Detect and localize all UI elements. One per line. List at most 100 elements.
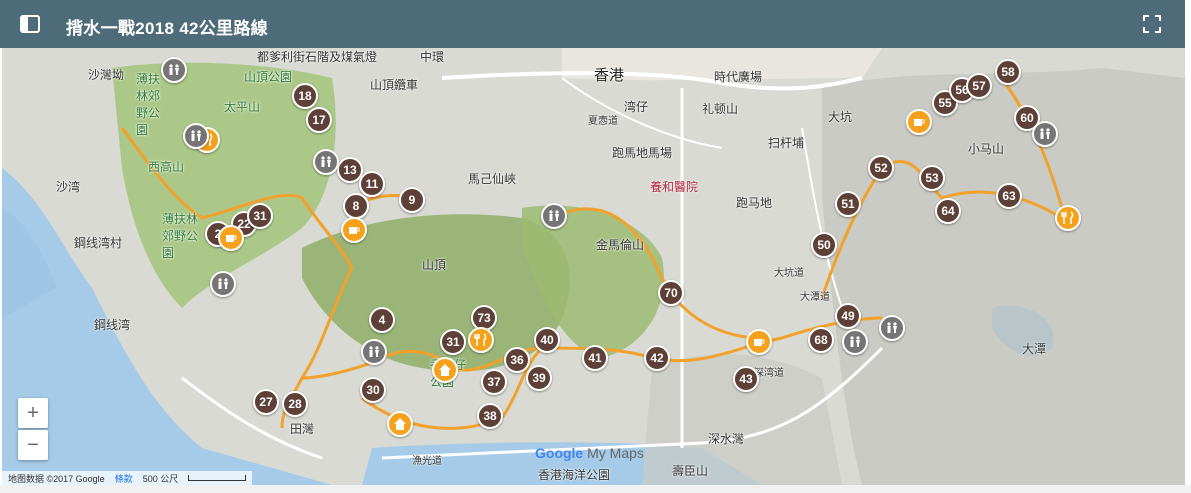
place-label: 西高山 (148, 160, 185, 174)
route-marker[interactable]: 38 (477, 403, 503, 429)
fullscreen-icon[interactable] (1143, 15, 1161, 33)
place-label: 山頂 (422, 258, 447, 272)
route-marker[interactable]: 50 (811, 232, 837, 258)
zoom-in-button[interactable]: + (18, 398, 48, 428)
route-marker[interactable]: 30 (360, 377, 386, 403)
place-label: 夏悫道 (588, 116, 618, 127)
toilet-marker[interactable] (1032, 121, 1058, 147)
place-label: 大坑道 (774, 268, 804, 279)
place-label: 山頂公園 (244, 70, 293, 84)
route-marker[interactable]: 39 (526, 365, 552, 391)
map-canvas[interactable]: 都爹利街石階及煤氣燈 中環 香港 時代廣場 山頂纜車 沙灣坳 薄扶林郊野公園 山… (2, 48, 1185, 485)
toilet-marker[interactable] (313, 149, 339, 175)
toilet-icon (191, 130, 201, 141)
coffee-icon (349, 227, 360, 234)
route-marker[interactable]: 63 (996, 183, 1022, 209)
route-marker[interactable]: 68 (808, 327, 834, 353)
place-label: 養和醫院 (650, 180, 699, 194)
utensils-icon (1061, 211, 1074, 224)
place-label: 薄扶林郊野公園 (136, 72, 161, 137)
route-marker[interactable]: 41 (582, 345, 608, 371)
cafe-marker[interactable] (341, 217, 367, 243)
route-marker[interactable]: 49 (835, 303, 861, 329)
toilet-marker[interactable] (183, 123, 209, 149)
place-label: 沙湾 (56, 180, 81, 194)
toilet-marker[interactable] (161, 57, 187, 83)
route-marker[interactable]: 4 (369, 307, 395, 333)
route-marker[interactable]: 40 (534, 327, 560, 353)
place-label: 跑馬地馬場 (612, 146, 673, 160)
route-marker[interactable]: 64 (935, 198, 961, 224)
toilet-marker[interactable] (210, 271, 236, 297)
place-label: 深水灣 (708, 432, 745, 446)
map-data-credit: 地图数据 ©2017 Google (8, 473, 105, 484)
route-marker[interactable]: 37 (481, 369, 507, 395)
toilet-icon (321, 156, 331, 167)
route-marker[interactable]: 31 (440, 329, 466, 355)
route-marker[interactable]: 28 (282, 391, 308, 417)
route-marker[interactable]: 70 (658, 280, 684, 306)
scale-bar (188, 475, 247, 481)
restaurant-marker[interactable] (468, 327, 494, 353)
terms-link[interactable]: 條款 (115, 472, 133, 485)
cafe-marker[interactable] (906, 109, 932, 135)
toilet-icon (850, 336, 860, 347)
mymaps-logo-text: My Maps (587, 445, 644, 461)
route-marker[interactable]: 51 (835, 191, 861, 217)
place-label: 馬己仙峽 (468, 172, 517, 186)
place-label: 太平山 (224, 100, 261, 114)
toilet-marker[interactable] (842, 329, 868, 355)
utensils-icon (474, 333, 487, 346)
place-label: 鋼线湾 (94, 318, 131, 332)
route-marker[interactable]: 17 (306, 107, 332, 133)
toilet-marker[interactable] (541, 203, 567, 229)
toilet-marker[interactable] (361, 339, 387, 365)
toilet-icon (549, 210, 559, 221)
route-marker[interactable]: 18 (292, 83, 318, 109)
map-header: 揹水一戰2018 42公里路線 (0, 0, 1185, 48)
place-label: 跑马地 (736, 196, 773, 210)
home-marker[interactable] (432, 357, 458, 383)
toilet-marker[interactable] (879, 315, 905, 341)
route-marker[interactable]: 43 (733, 366, 759, 392)
coffee-icon (914, 119, 925, 126)
restaurant-marker[interactable] (1055, 205, 1081, 231)
route-marker[interactable]: 31 (247, 203, 273, 229)
route-marker[interactable]: 27 (253, 389, 279, 415)
route-marker[interactable]: 42 (644, 345, 670, 371)
bottom-strip (0, 485, 1191, 493)
cafe-marker[interactable] (746, 329, 772, 355)
home-icon (439, 364, 451, 376)
place-label: 山頂纜車 (370, 78, 419, 92)
route-marker[interactable]: 11 (359, 171, 385, 197)
place-label: 都爹利街石階及煤氣燈 (257, 50, 378, 64)
home-icon (394, 418, 406, 430)
place-label: 香港海洋公園 (538, 468, 611, 482)
zoom-out-button[interactable]: − (18, 430, 48, 460)
map-footer: 地图数据 ©2017 Google 條款 500 公尺 (2, 471, 253, 485)
google-mymaps-logo: Google My Maps (535, 445, 644, 461)
route-marker[interactable]: 53 (919, 165, 945, 191)
home-marker[interactable] (387, 411, 413, 437)
place-label: 鋼线湾村 (74, 236, 123, 250)
sidebar-toggle-icon[interactable] (18, 12, 42, 36)
place-label: 金馬倫山 (596, 238, 645, 252)
place-label: 漁光道 (412, 456, 442, 467)
scale-label: 500 公尺 (142, 473, 179, 484)
map-widget: 揹水一戰2018 42公里路線 都爹利街石階及煤氣燈 中環 香港 時代廣場 山頂… (0, 0, 1191, 493)
route-marker[interactable]: 36 (504, 347, 530, 373)
cafe-marker[interactable] (218, 225, 244, 251)
toilet-icon (218, 278, 228, 289)
coffee-icon (754, 339, 765, 346)
route-marker[interactable]: 57 (966, 73, 992, 99)
route-marker[interactable]: 8 (343, 193, 369, 219)
route-marker[interactable]: 52 (868, 155, 894, 181)
place-label: 中環 (420, 50, 445, 64)
coffee-icon (226, 235, 237, 242)
route-marker[interactable]: 58 (995, 59, 1021, 85)
route-marker[interactable]: 9 (399, 187, 425, 213)
place-label: 壽臣山 (672, 464, 709, 478)
place-label: 大坑 (828, 110, 853, 124)
place-label: 扫杆埔 (768, 136, 805, 150)
toilet-icon (1040, 128, 1050, 139)
